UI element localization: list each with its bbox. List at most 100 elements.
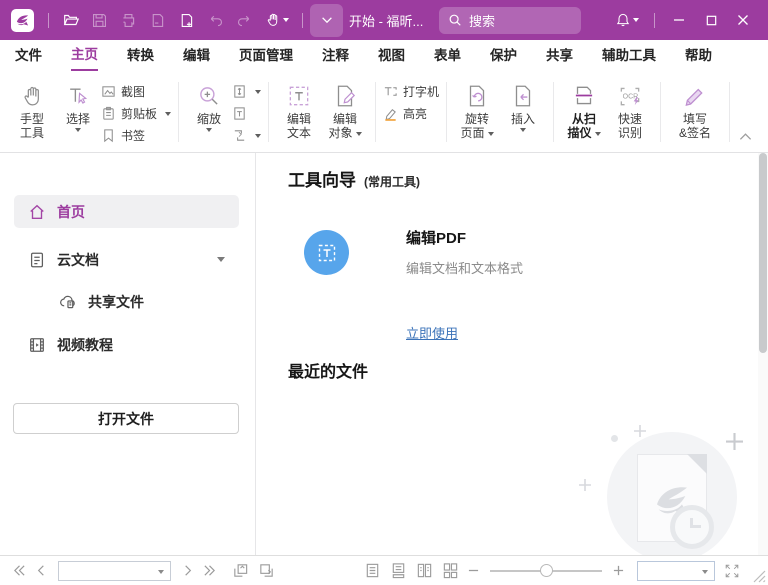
hand-tool-button[interactable]: 手型 工具 [9, 78, 55, 140]
folder-open-icon [62, 11, 80, 29]
sidebar-item-cloud-documents[interactable]: 云文档 [14, 243, 239, 276]
menu-share[interactable]: 共享 [546, 42, 573, 70]
home-icon [28, 203, 46, 221]
continuous-view-button[interactable] [390, 561, 407, 581]
vertical-scrollbar[interactable] [758, 153, 768, 555]
menu-help[interactable]: 帮助 [685, 42, 712, 70]
minimize-icon [672, 13, 686, 27]
ribbon-toolbar: 手型 工具 选择 截图 [0, 72, 768, 153]
single-page-view-button[interactable] [364, 561, 381, 581]
quick-ocr-label: 快速 识别 [618, 112, 642, 140]
zoom-tool-label: 缩放 [197, 112, 221, 126]
start-tab-title[interactable]: 开始 - 福昕... [349, 11, 427, 30]
next-page-button[interactable] [183, 561, 193, 581]
menu-protect[interactable]: 保护 [490, 42, 517, 70]
zoom-level-input[interactable] [637, 561, 715, 581]
first-page-button[interactable] [12, 561, 27, 581]
fill-sign-label: 填写 &签名 [679, 112, 711, 140]
typewriter-label: 打字机 [403, 83, 439, 100]
next-view-button[interactable] [258, 561, 275, 581]
zoom-tool-button[interactable]: 缩放 [186, 78, 232, 134]
fit-text-button[interactable] [232, 105, 261, 122]
edit-pdf-tool-card-icon[interactable] [304, 230, 349, 275]
zoom-slider[interactable] [490, 564, 602, 578]
cloud-documents-expand-caret[interactable] [217, 257, 225, 262]
page-number-input[interactable] [58, 561, 171, 581]
fullscreen-button[interactable] [724, 561, 740, 581]
previous-view-button[interactable] [232, 561, 249, 581]
menu-comment[interactable]: 注释 [322, 42, 349, 70]
close-document-button[interactable] [143, 6, 172, 35]
open-file-icon-button[interactable] [56, 6, 85, 35]
sidebar-item-video-tutorials[interactable]: 视频教程 [14, 328, 239, 361]
rotate-pages-button[interactable]: 旋转 页面 [454, 78, 500, 140]
chevron-down-icon [320, 13, 334, 27]
menu-edit[interactable]: 编辑 [183, 42, 210, 70]
bookmark-button[interactable]: 书签 [101, 127, 171, 144]
vertical-scrollbar-thumb[interactable] [759, 153, 767, 353]
edit-object-button[interactable]: 编辑 对象 [322, 78, 368, 140]
undo-button[interactable] [201, 6, 230, 35]
maximize-button[interactable] [696, 5, 726, 35]
insert-pages-button[interactable]: 插入 [500, 78, 546, 134]
titlebar-separator [48, 13, 49, 28]
menu-view[interactable]: 视图 [378, 42, 405, 70]
minimize-button[interactable] [664, 5, 694, 35]
reflow-button[interactable] [232, 127, 261, 144]
titlebar-separator [654, 13, 655, 28]
sidebar-item-shared-files[interactable]: 共享文件 [14, 285, 239, 318]
from-scanner-button[interactable]: 从扫 描仪 [561, 78, 607, 140]
zoom-in-button[interactable] [613, 561, 624, 581]
edit-object-label: 编辑 对象 [329, 112, 362, 140]
window-resize-grip[interactable] [753, 570, 766, 583]
menu-convert[interactable]: 转换 [127, 42, 154, 70]
previous-page-button[interactable] [36, 561, 46, 581]
highlight-button[interactable]: 高亮 [383, 105, 439, 122]
open-file-button[interactable]: 打开文件 [13, 403, 239, 434]
edit-text-button[interactable]: 编辑 文本 [276, 78, 322, 140]
close-button[interactable] [728, 5, 758, 35]
previous-page-icon [36, 564, 46, 577]
zoom-out-button[interactable] [468, 561, 479, 581]
hand-icon [265, 12, 281, 28]
app-logo [11, 9, 34, 32]
edit-object-dropdown-caret [356, 132, 362, 136]
use-now-link[interactable]: 立即使用 [406, 323, 458, 342]
redo-button[interactable] [230, 6, 259, 35]
facing-view-button[interactable] [416, 561, 433, 581]
fit-page-button[interactable] [232, 83, 261, 100]
quick-ocr-button[interactable]: OCR 快速 识别 [607, 78, 653, 140]
hand-tool-quick-button[interactable] [259, 6, 295, 35]
collapse-ribbon-button[interactable] [739, 128, 752, 146]
hand-icon [20, 84, 45, 109]
print-button[interactable] [114, 6, 143, 35]
next-view-icon [258, 562, 275, 579]
menu-form[interactable]: 表单 [434, 42, 461, 70]
ribbon-mode-toggle-button[interactable] [310, 4, 343, 37]
sparkle-icon [634, 425, 646, 437]
notifications-button[interactable] [609, 6, 645, 35]
bookmark-label: 书签 [121, 127, 145, 144]
reflow-pages-icon [232, 128, 247, 143]
rotate-pages-label: 旋转 页面 [461, 112, 494, 140]
search-input[interactable]: 搜索 [439, 7, 581, 34]
typewriter-icon [383, 84, 398, 99]
notifications-dropdown-caret [633, 18, 639, 22]
last-page-button[interactable] [202, 561, 217, 581]
typewriter-button[interactable]: 打字机 [383, 83, 439, 100]
clipboard-button[interactable]: 剪贴板 [101, 105, 171, 122]
zoom-slider-knob[interactable] [540, 564, 553, 577]
facing-continuous-view-button[interactable] [442, 561, 459, 581]
bookmark-icon [101, 128, 116, 143]
sidebar-item-home[interactable]: 首页 [14, 195, 239, 228]
select-tool-button[interactable]: 选择 [55, 78, 101, 134]
menu-accessibility-tools[interactable]: 辅助工具 [602, 42, 656, 70]
snapshot-button[interactable]: 截图 [101, 83, 171, 100]
new-document-button[interactable] [172, 6, 201, 35]
menu-page-organize[interactable]: 页面管理 [239, 42, 293, 70]
insert-pages-label: 插入 [511, 112, 535, 126]
menu-file[interactable]: 文件 [15, 42, 42, 70]
menu-home[interactable]: 主页 [71, 41, 98, 71]
fill-sign-button[interactable]: 填写 &签名 [668, 78, 722, 140]
save-button[interactable] [85, 6, 114, 35]
